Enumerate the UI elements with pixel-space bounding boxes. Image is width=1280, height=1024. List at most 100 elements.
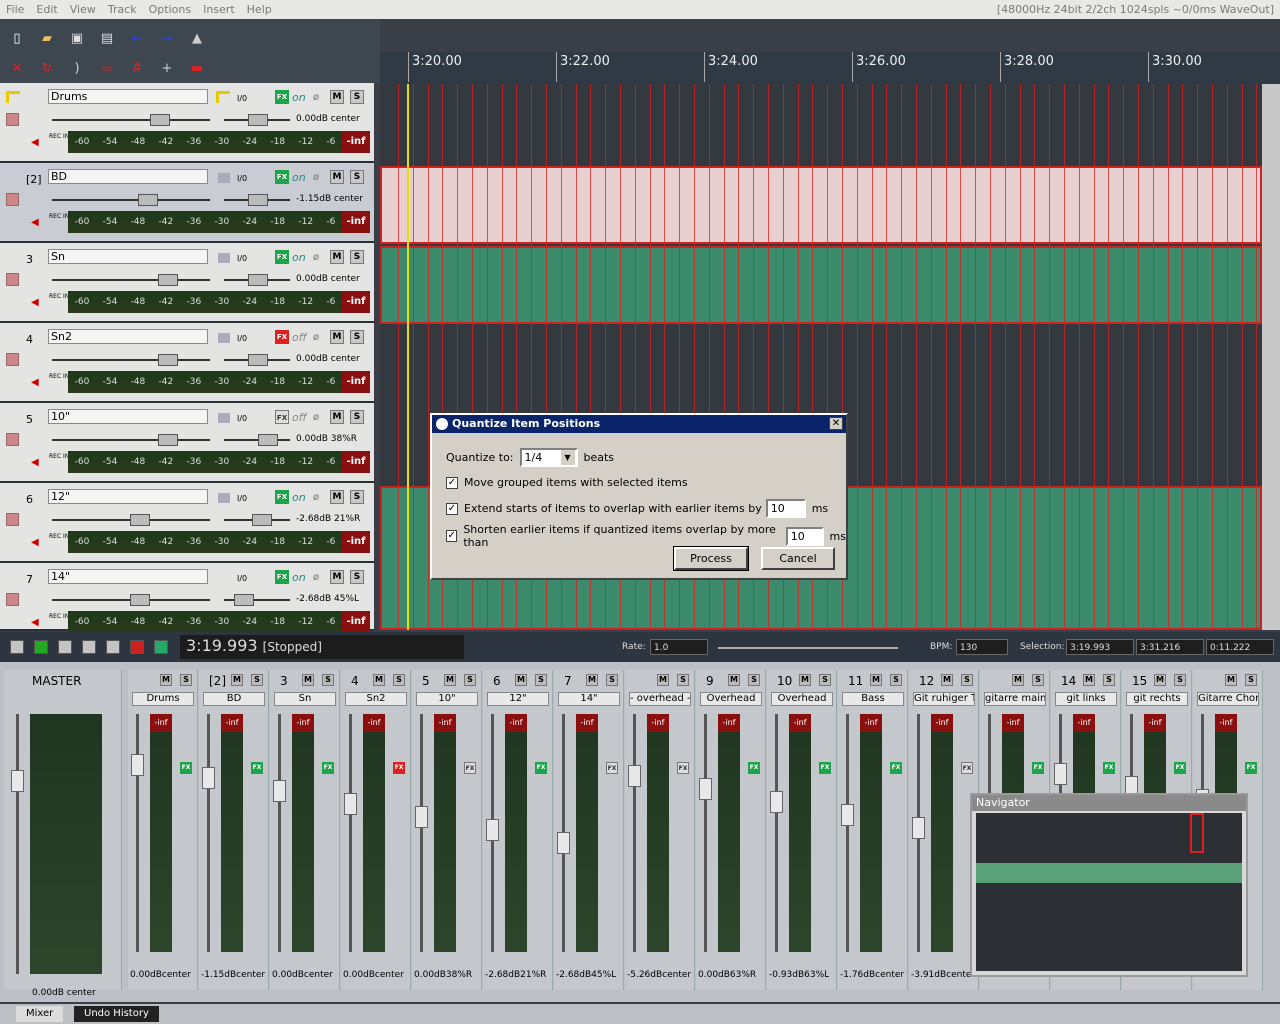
play-icon[interactable] [34, 640, 48, 654]
strip-fader[interactable] [699, 714, 712, 952]
strip-fader[interactable] [628, 714, 641, 952]
stop-icon[interactable] [82, 640, 96, 654]
track-name-field[interactable]: 10" [48, 409, 208, 424]
io-button[interactable]: I/0 [237, 494, 247, 503]
solo-button[interactable]: S [961, 674, 973, 686]
track-4[interactable]: 4 Sn2 I/0 FX off ø M S 0.00dB center ◀ R… [0, 323, 374, 403]
fx-button[interactable]: FX [819, 762, 831, 774]
phase-icon[interactable]: ø [313, 572, 319, 583]
mute-button[interactable]: M [586, 674, 598, 686]
fx-button[interactable]: FX [535, 762, 547, 774]
peak-indicator[interactable]: -inf [221, 714, 243, 732]
strip-name[interactable]: Gitarre Choru [1197, 692, 1259, 706]
track-6[interactable]: 6 12" I/0 FX on ø M S -2.68dB 21%R ◀ REC… [0, 483, 374, 563]
speaker-icon[interactable]: ◀ [31, 377, 39, 388]
pan-slider[interactable] [224, 354, 290, 366]
pan-slider[interactable] [224, 274, 290, 286]
lock-icon[interactable]: ▬ [186, 57, 208, 79]
shorten-earlier-checkbox[interactable]: ✓ [446, 530, 458, 542]
solo-button[interactable]: S [251, 674, 263, 686]
envelope-icon[interactable]: ) [66, 57, 88, 79]
quantize-select[interactable]: 1/4 ▼ [519, 448, 578, 467]
peak-indicator[interactable]: -inf [647, 714, 669, 732]
fx-button[interactable]: FX [393, 762, 405, 774]
track-5[interactable]: 5 10" I/0 FX off ø M S 0.00dB 38%R ◀ REC… [0, 403, 374, 483]
strip-fader[interactable] [486, 714, 499, 952]
strip-name[interactable]: Sn2 [345, 692, 407, 706]
mute-button[interactable]: M [330, 570, 344, 584]
playhead-cursor[interactable] [407, 84, 409, 630]
strip-fader[interactable] [273, 714, 286, 952]
fx-button[interactable]: FX [251, 762, 263, 774]
fx-button[interactable]: FX [275, 410, 289, 424]
volume-fader[interactable] [52, 594, 210, 606]
media-item-sn[interactable] [380, 246, 1262, 324]
solo-button[interactable]: S [350, 250, 364, 264]
speaker-icon[interactable]: ◀ [31, 297, 39, 308]
cancel-button[interactable]: Cancel [761, 547, 835, 570]
rewind-icon[interactable] [10, 640, 24, 654]
peak-indicator[interactable]: -inf [342, 611, 370, 633]
fx-button[interactable]: FX [322, 762, 334, 774]
track-3[interactable]: 3 Sn I/0 FX on ø M S 0.00dB center ◀ REC… [0, 243, 374, 323]
fx-button[interactable]: FX [1032, 762, 1044, 774]
volume-fader[interactable] [52, 194, 210, 206]
track-name-field[interactable]: 14" [48, 569, 208, 584]
mute-button[interactable]: M [330, 90, 344, 104]
selection-end[interactable]: 3:31.216 [1136, 639, 1204, 655]
menu-file[interactable]: File [0, 3, 30, 16]
save-icon[interactable]: ▣ [66, 27, 88, 49]
menu-edit[interactable]: Edit [30, 3, 63, 16]
strip-name[interactable]: 12" [487, 692, 549, 706]
io-button[interactable]: I/0 [237, 414, 247, 423]
solo-button[interactable]: S [1174, 674, 1186, 686]
io-button[interactable]: I/0 [237, 254, 247, 263]
track-name-field[interactable]: Drums [48, 89, 208, 104]
mute-button[interactable]: M [330, 330, 344, 344]
record-arm-button[interactable] [6, 273, 19, 286]
peak-indicator[interactable]: -inf [1073, 714, 1095, 732]
fx-button[interactable]: FX [677, 762, 689, 774]
open-folder-icon[interactable]: ▰ [36, 27, 58, 49]
shorten-ms-input[interactable]: 10 [785, 526, 824, 546]
speaker-icon[interactable]: ◀ [31, 217, 39, 228]
fx-state[interactable]: off [292, 411, 307, 424]
mute-button[interactable]: M [330, 250, 344, 264]
solo-button[interactable]: S [1032, 674, 1044, 686]
solo-button[interactable]: S [748, 674, 760, 686]
mute-button[interactable]: M [728, 674, 740, 686]
menu-track[interactable]: Track [102, 3, 143, 16]
mute-button[interactable]: M [444, 674, 456, 686]
solo-button[interactable]: S [606, 674, 618, 686]
speaker-icon[interactable]: ◀ [31, 537, 39, 548]
fx-button[interactable]: FX [961, 762, 973, 774]
strip-name[interactable]: Bass [842, 692, 904, 706]
fx-button[interactable]: FX [275, 170, 289, 184]
volume-fader[interactable] [52, 514, 210, 526]
folder-toggle-icon[interactable] [218, 333, 230, 343]
pan-slider[interactable] [224, 114, 290, 126]
mute-button[interactable]: M [941, 674, 953, 686]
fx-button[interactable]: FX [275, 90, 289, 104]
mute-button[interactable]: M [870, 674, 882, 686]
menu-options[interactable]: Options [143, 3, 197, 16]
mute-button[interactable]: M [373, 674, 385, 686]
solo-button[interactable]: S [1245, 674, 1257, 686]
io-button[interactable]: I/0 [237, 94, 247, 103]
peak-indicator[interactable]: -inf [1002, 714, 1024, 732]
strip-fader[interactable] [202, 714, 215, 952]
peak-indicator[interactable]: -inf [292, 714, 314, 732]
dialog-title-bar[interactable]: Quantize Item Positions ✕ [432, 415, 846, 433]
peak-indicator[interactable]: -inf [342, 211, 370, 233]
auto-crossfade-icon[interactable]: ✕ [6, 57, 28, 79]
track-7[interactable]: 7 14" I/0 FX on ø M S -2.68dB 45%L ◀ REC… [0, 563, 374, 633]
pan-slider[interactable] [224, 434, 290, 446]
peak-indicator[interactable]: -inf [1215, 714, 1237, 732]
vertical-scrollbar[interactable] [1262, 84, 1280, 630]
peak-indicator[interactable]: -inf [505, 714, 527, 732]
record-arm-button[interactable] [6, 193, 19, 206]
folder-toggle-icon[interactable] [218, 493, 230, 503]
peak-indicator[interactable]: -inf [342, 451, 370, 473]
fx-state[interactable]: on [292, 171, 306, 184]
mute-button[interactable]: M [330, 410, 344, 424]
